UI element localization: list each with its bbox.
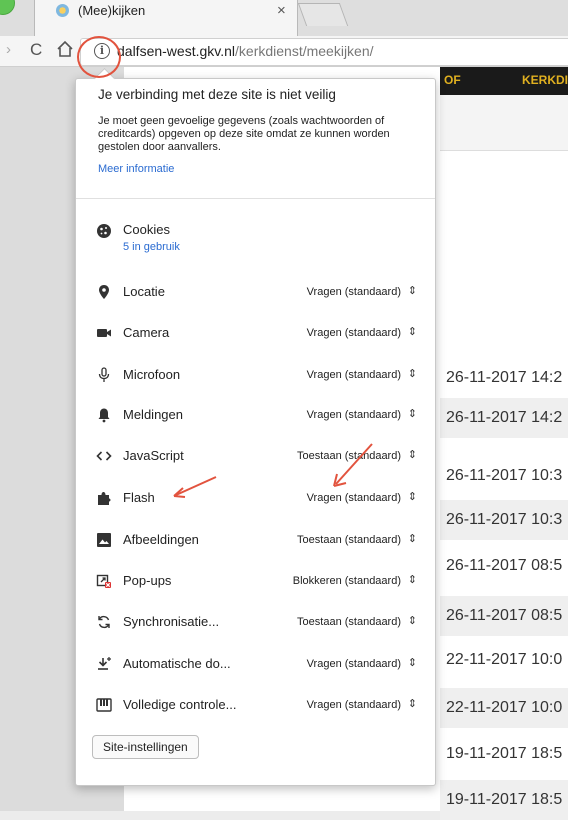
cookies-in-use-link[interactable]: 5 in gebruik	[123, 241, 180, 253]
permission-select[interactable]: Toestaan (standaard)	[297, 616, 401, 628]
code-icon	[96, 451, 112, 461]
permission-row-synchronisatie[interactable]: Synchronisatie... Toestaan (standaard) ⇕	[76, 614, 435, 654]
select-arrows-icon: ⇕	[407, 368, 417, 380]
subnav-bar	[440, 95, 568, 151]
download-icon	[98, 657, 111, 670]
permission-select[interactable]: Vragen (standaard)	[307, 699, 401, 711]
site-navbar: OF KERKDIE	[440, 67, 568, 95]
url-path: /kerkdienst/meekijken/	[235, 43, 374, 59]
microphone-icon	[98, 367, 110, 382]
permission-label: Afbeeldingen	[123, 532, 199, 547]
list-item[interactable]: 26-11-2017 10:3	[440, 500, 568, 540]
select-arrows-icon: ⇕	[407, 491, 417, 503]
more-info-link[interactable]: Meer informatie	[98, 163, 174, 175]
address-bar[interactable]: i dalfsen-west.gkv.nl/kerkdienst/meekijk…	[80, 38, 568, 66]
permission-select[interactable]: Toestaan (standaard)	[297, 534, 401, 546]
favicon-icon	[56, 4, 69, 17]
permission-row-flash[interactable]: Flash Vragen (standaard) ⇕	[76, 490, 435, 530]
permission-label: Camera	[123, 325, 170, 340]
permission-label: Synchronisatie...	[123, 614, 220, 629]
tab-title: (Mee)kijken	[78, 3, 146, 18]
image-icon	[97, 533, 111, 547]
tab-close-button[interactable]: ×	[277, 2, 286, 19]
new-tab-button[interactable]	[297, 3, 349, 26]
permission-label: JavaScript	[123, 448, 184, 463]
permission-row-javascript[interactable]: JavaScript Toestaan (standaard) ⇕	[76, 448, 435, 488]
permission-row-afbeeldingen[interactable]: Afbeeldingen Toestaan (standaard) ⇕	[76, 532, 435, 572]
select-arrows-icon: ⇕	[407, 657, 417, 669]
location-pin-icon	[99, 285, 109, 299]
list-item[interactable]: 26-11-2017 14:2	[440, 398, 568, 438]
permission-row-popups[interactable]: Pop-ups Blokkeren (standaard) ⇕	[76, 573, 435, 613]
select-arrows-icon: ⇕	[407, 285, 417, 297]
permission-label: Locatie	[123, 284, 165, 299]
nav-item[interactable]: OF	[444, 73, 461, 87]
list-item[interactable]: 26-11-2017 10:3	[440, 456, 568, 496]
permission-row-locatie[interactable]: Locatie Vragen (standaard) ⇕	[76, 284, 435, 324]
list-item[interactable]: 22-11-2017 10:0	[440, 688, 568, 728]
list-item[interactable]: 26-11-2017 14:2	[440, 358, 568, 398]
tab-strip: (Mee)kijken ×	[0, 0, 568, 36]
bell-icon	[98, 408, 110, 423]
permission-row-volledige-controle[interactable]: Volledige controle... Vragen (standaard)…	[76, 697, 435, 737]
list-item[interactable]: 26-11-2017 08:5	[440, 546, 568, 586]
home-icon[interactable]	[56, 40, 74, 58]
annotation-arrow	[333, 443, 373, 487]
permission-row-microfoon[interactable]: Microfoon Vragen (standaard) ⇕	[76, 367, 435, 407]
divider	[76, 198, 435, 199]
select-arrows-icon: ⇕	[407, 574, 417, 586]
permission-select[interactable]: Vragen (standaard)	[307, 286, 401, 298]
select-arrows-icon: ⇕	[407, 449, 417, 461]
security-description: Je moet geen gevoelige gegevens (zoals w…	[98, 115, 390, 153]
cookies-label: Cookies	[123, 222, 170, 237]
permission-select[interactable]: Blokkeren (standaard)	[293, 575, 401, 587]
permission-select[interactable]: Vragen (standaard)	[307, 658, 401, 670]
site-settings-button[interactable]: Site-instellingen	[92, 735, 199, 759]
annotation-arrow	[173, 476, 217, 498]
permission-label: Microfoon	[123, 367, 181, 382]
permission-row-camera[interactable]: Camera Vragen (standaard) ⇕	[76, 325, 435, 365]
list-item[interactable]: 26-11-2017 08:5	[440, 596, 568, 636]
puzzle-icon	[98, 492, 111, 505]
security-title: Je verbinding met deze site is niet veil…	[98, 87, 336, 102]
url-text[interactable]: dalfsen-west.gkv.nl/kerkdienst/meekijken…	[117, 43, 374, 59]
permission-select[interactable]: Vragen (standaard)	[307, 369, 401, 381]
permission-row-automatische-downloads[interactable]: Automatische do... Vragen (standaard) ⇕	[76, 656, 435, 696]
sync-icon	[98, 615, 110, 629]
permission-row-meldingen[interactable]: Meldingen Vragen (standaard) ⇕	[76, 407, 435, 447]
permission-select[interactable]: Vragen (standaard)	[307, 327, 401, 339]
popup-blocked-icon	[96, 574, 111, 588]
url-host: dalfsen-west.gkv.nl	[117, 43, 236, 59]
midi-icon	[96, 698, 112, 712]
select-arrows-icon: ⇕	[407, 615, 417, 627]
permission-label: Meldingen	[123, 407, 183, 422]
site-info-popup: Je verbinding met deze site is niet veil…	[75, 78, 436, 786]
nav-item-kerkdiensten[interactable]: KERKDIE	[522, 73, 568, 87]
forward-icon[interactable]: ›	[6, 41, 11, 58]
select-arrows-icon: ⇕	[407, 326, 417, 338]
annotation-circle	[77, 36, 121, 78]
select-arrows-icon: ⇕	[407, 698, 417, 710]
list-item[interactable]: 22-11-2017 10:0	[440, 640, 568, 680]
tab-meekijken[interactable]	[34, 0, 298, 36]
permission-select[interactable]: Vragen (standaard)	[307, 409, 401, 421]
permission-label: Pop-ups	[123, 573, 172, 588]
window-zoom-button[interactable]	[0, 0, 15, 15]
camera-icon	[97, 329, 111, 337]
list-item[interactable]: 19-11-2017 18:5	[440, 734, 568, 774]
cookie-icon	[97, 224, 111, 238]
reload-icon[interactable]: C	[30, 40, 42, 60]
permission-label: Volledige controle...	[123, 697, 237, 712]
list-item[interactable]: 19-11-2017 18:5	[440, 780, 568, 820]
permission-select[interactable]: Vragen (standaard)	[307, 492, 401, 504]
select-arrows-icon: ⇕	[407, 533, 417, 545]
permission-label: Automatische do...	[123, 656, 231, 671]
select-arrows-icon: ⇕	[407, 408, 417, 420]
permission-label: Flash	[123, 490, 155, 505]
